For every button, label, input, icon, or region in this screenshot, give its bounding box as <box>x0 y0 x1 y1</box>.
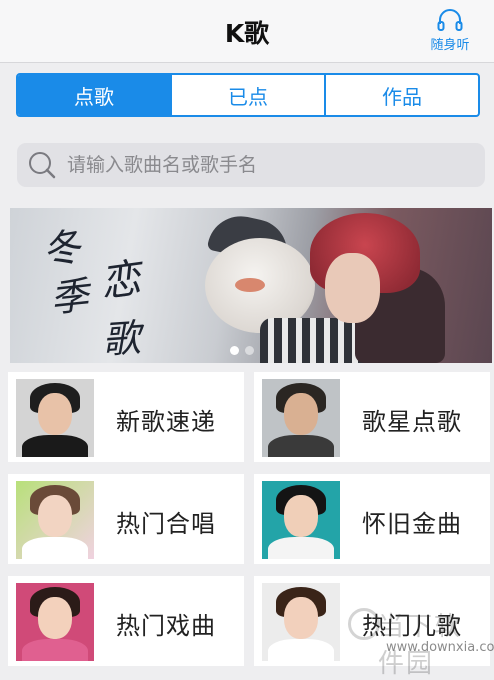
girl-face-image <box>325 253 380 323</box>
search-input[interactable] <box>65 153 469 177</box>
singer-thumbnail <box>262 583 340 661</box>
carousel-dot-active[interactable] <box>230 346 239 355</box>
search-icon <box>29 152 56 179</box>
page-title: K歌 <box>224 19 270 48</box>
banner-char: 歌 <box>100 315 142 363</box>
category-kids-songs[interactable]: 热门儿歌 <box>254 576 490 666</box>
listen-label: 随身听 <box>430 38 470 53</box>
category-opera[interactable]: 热门戏曲 <box>8 576 244 666</box>
carousel-indicator <box>230 346 254 355</box>
carousel-dot[interactable] <box>245 346 254 355</box>
category-new-songs[interactable]: 新歌速递 <box>8 372 244 462</box>
category-label: 新歌速递 <box>116 408 216 436</box>
tab-queued[interactable]: 已点 <box>172 75 326 115</box>
singer-thumbnail <box>16 583 94 661</box>
category-label: 热门儿歌 <box>362 612 462 640</box>
tab-request-song[interactable]: 点歌 <box>18 75 172 115</box>
singer-thumbnail <box>262 481 340 559</box>
category-singers[interactable]: 歌星点歌 <box>254 372 490 462</box>
category-label: 歌星点歌 <box>362 408 462 436</box>
category-classics[interactable]: 怀旧金曲 <box>254 474 490 564</box>
singer-thumbnail <box>262 379 340 457</box>
top-bar: K歌 随身听 <box>0 0 494 63</box>
category-duets[interactable]: 热门合唱 <box>8 474 244 564</box>
search-bar[interactable] <box>17 143 485 187</box>
promo-banner[interactable]: 冬 季 恋 歌 <box>10 208 492 363</box>
singer-thumbnail <box>16 481 94 559</box>
listen-button[interactable]: 随身听 <box>424 8 476 53</box>
category-label: 热门戏曲 <box>116 612 216 640</box>
category-label: 怀旧金曲 <box>362 510 462 538</box>
singer-thumbnail <box>16 379 94 457</box>
segmented-tabs: 点歌 已点 作品 <box>16 73 480 117</box>
headphones-icon <box>437 9 463 31</box>
banner-char: 季 <box>48 273 91 321</box>
banner-char: 恋 <box>97 255 144 307</box>
category-label: 热门合唱 <box>116 510 216 538</box>
tab-works[interactable]: 作品 <box>326 75 478 115</box>
snowman-nose-image <box>235 278 265 292</box>
